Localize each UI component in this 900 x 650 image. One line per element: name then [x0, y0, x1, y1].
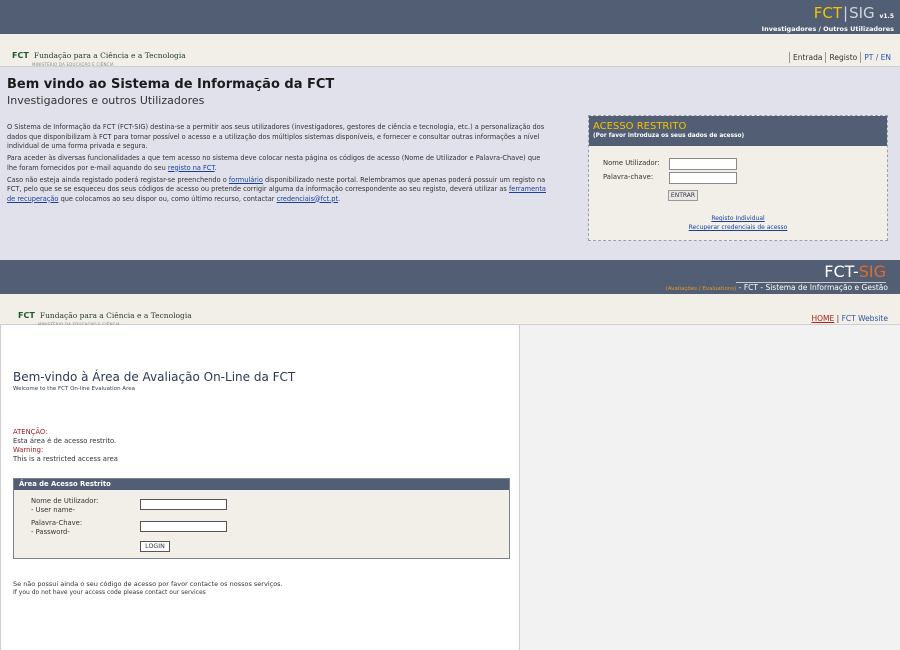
page-title: Bem vindo ao Sistema de Informação da FC… — [7, 77, 335, 92]
no-access-note-pt: Se não possui ainda o seu código de aces… — [13, 580, 283, 588]
fct-sig-evaluation-logo: FCT-SIG — [824, 262, 886, 281]
evaluation-title: Bem-vindo à Área de Avaliação On-Line da… — [13, 370, 296, 384]
eval-brand-fct: FCT- — [824, 262, 859, 281]
upper-main: Bem vindo ao Sistema de Informação da FC… — [0, 67, 900, 260]
restricted-access-subtitle: (Por favor introduza os seus dados de ac… — [593, 133, 745, 139]
user-name-label: Nome de Utilizador: - User name- — [31, 497, 99, 514]
fct-org-logo-2[interactable]: FCT Fundação para a Ciência e a Tecnolog… — [18, 303, 192, 327]
eval-password-input[interactable] — [140, 521, 227, 532]
restricted-access-title: ACESSO RESTRITO — [593, 121, 687, 132]
right-blank-panel — [520, 325, 900, 650]
fct-org-logo[interactable]: FCT Fundação para a Ciência e a Tecnolog… — [12, 43, 186, 67]
org-name: Fundação para a Ciência e a Tecnologia — [33, 51, 186, 60]
registo-fct-link[interactable]: registo na FCT — [168, 164, 215, 172]
version-label: v1.5 — [879, 13, 894, 20]
restricted-area-header: Área de Acesso Restrito — [14, 479, 509, 490]
evaluation-subtitle: Welcome to the FCT On-line Evaluation Ar… — [13, 386, 135, 392]
no-access-note-en: If you do not have your access code plea… — [13, 589, 206, 596]
logo-subtitle: Investigadores / Outros Utilizadores — [761, 25, 894, 33]
warning-label: Warning: — [13, 446, 44, 454]
intro-paragraph-1: O Sistema de Informação da FCT (FCT-SIG)… — [7, 123, 545, 150]
atencao-text: Esta área é de acesso restrito. — [13, 437, 117, 445]
eval-brand-sig: SIG — [858, 262, 886, 281]
username-label: Nome Utilizador: — [603, 159, 660, 167]
top-nav: Entrada Registo PT / EN — [788, 52, 894, 63]
password-label-2: Palavra-Chave: - Password- — [31, 519, 83, 536]
eval-username-input[interactable] — [140, 499, 227, 510]
formulario-link[interactable]: formulário — [229, 176, 263, 184]
login-button[interactable]: LOGIN — [140, 541, 170, 552]
intro-paragraph-2: Para aceder às diversas funcionalidades … — [7, 154, 541, 172]
org-acronym-2: FCT — [18, 311, 35, 320]
evaluation-banner: FCT-SIG (Avaliações / Evaluations) - FCT… — [0, 260, 900, 294]
eval-org-header: FCT Fundação para a Ciência e a Tecnolog… — [0, 294, 900, 327]
home-link[interactable]: HOME — [812, 314, 835, 323]
recover-credentials-link[interactable]: Recuperar credenciais de acesso — [589, 224, 887, 231]
atencao-label: ATENÇÃO: — [13, 428, 48, 436]
nav-language[interactable]: PT / EN — [860, 52, 894, 63]
brand-separator: | — [843, 4, 849, 22]
nav-entrada[interactable]: Entrada — [788, 52, 825, 63]
org-header: FCT Fundação para a Ciência e a Tecnolog… — [0, 34, 900, 67]
eval-nav: HOME | FCT Website — [812, 314, 889, 323]
password-label: Palavra-chave: — [603, 173, 654, 181]
password-input[interactable] — [669, 172, 737, 184]
entrar-button[interactable]: ENTRAR — [668, 190, 698, 201]
evaluations-label: (Avaliações / Evaluations) — [665, 286, 737, 292]
fct-sig-logo: FCT|SIG v1.5 Investigadores / Outros Uti… — [762, 3, 894, 33]
org-acronym: FCT — [12, 51, 29, 60]
nav-registo[interactable]: Registo — [825, 52, 860, 63]
intro-text: O Sistema de Informação da FCT (FCT-SIG)… — [7, 123, 547, 207]
org-name-2: Fundação para a Ciência e a Tecnologia — [39, 311, 192, 320]
evaluation-main-panel: Bem-vindo à Área de Avaliação On-Line da… — [0, 325, 520, 650]
top-banner: FCT|SIG v1.5 Investigadores / Outros Uti… — [0, 0, 900, 34]
credenciais-email-link[interactable]: credenciais@fct.pt — [277, 195, 338, 203]
page-subtitle: Investigadores e outros Utilizadores — [7, 94, 205, 107]
restricted-access-header: ACESSO RESTRITO (Por favor introduza os … — [589, 116, 887, 146]
fct-website-link[interactable]: FCT Website — [842, 314, 888, 323]
intro-paragraph-3: Caso não esteja ainda registado poderá r… — [7, 175, 546, 203]
register-individual-link[interactable]: Registo Individual — [589, 215, 887, 222]
username-input[interactable] — [669, 158, 737, 170]
restricted-area-form: Área de Acesso Restrito Nome de Utilizad… — [13, 478, 510, 559]
warning-text: This is a restricted access area — [13, 455, 118, 463]
brand-sig: SIG — [849, 4, 875, 22]
restricted-access-box: ACESSO RESTRITO (Por favor introduza os … — [588, 115, 888, 241]
nav-separator: | — [836, 314, 840, 323]
eval-banner-subtitle: (Avaliações / Evaluations) - FCT - Siste… — [665, 283, 888, 292]
brand-fct: FCT — [813, 4, 843, 22]
